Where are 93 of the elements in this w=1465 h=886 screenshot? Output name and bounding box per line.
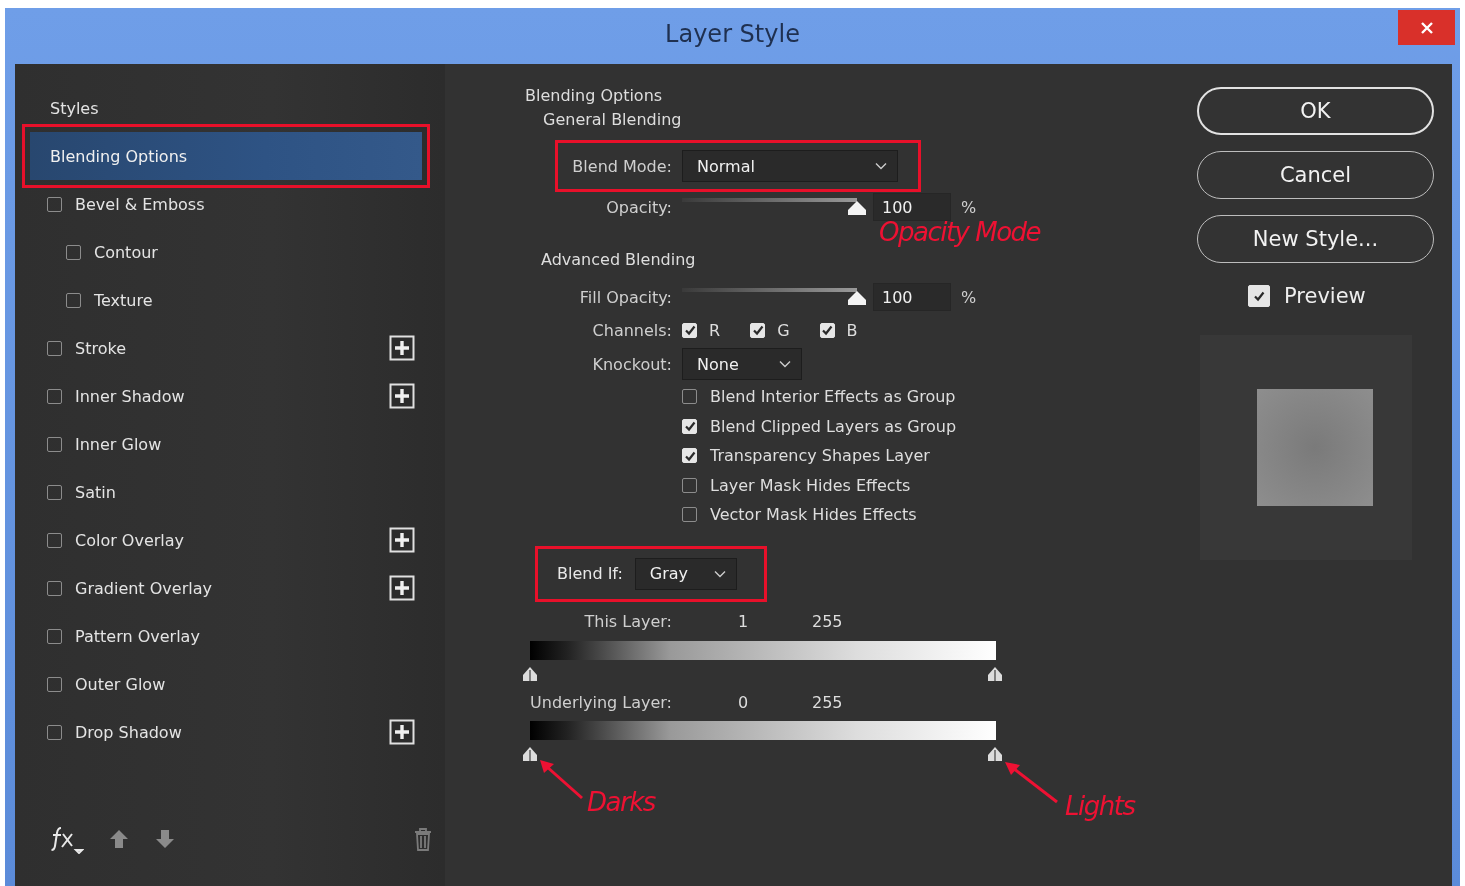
window-title: Layer Style: [665, 20, 800, 50]
trash-icon[interactable]: [413, 827, 433, 851]
unit-label: %: [961, 197, 977, 217]
style-list-item[interactable]: Blending Options: [30, 132, 422, 180]
style-list-item[interactable]: Satin: [75, 482, 116, 502]
range-value: 255: [812, 612, 843, 631]
slider-thumb[interactable]: [987, 745, 1003, 762]
checkbox[interactable]: [682, 507, 697, 523]
field-label: Channels:: [591, 320, 672, 340]
field-label: Blend Mode:: [571, 156, 672, 176]
checkbox-label: R: [709, 320, 721, 340]
annotation-text: Lights: [1065, 791, 1135, 821]
add-button[interactable]: [389, 383, 415, 409]
checkbox[interactable]: [47, 532, 62, 548]
style-list-item[interactable]: Gradient Overlay: [75, 578, 212, 598]
checkbox[interactable]: [47, 388, 62, 404]
dropdown[interactable]: None: [682, 348, 802, 380]
dialog-button[interactable]: New Style...: [1197, 215, 1434, 263]
chevron-icon: [779, 360, 791, 368]
style-list-item[interactable]: Bevel & Emboss: [75, 194, 205, 214]
up-arrow-icon[interactable]: [108, 828, 130, 850]
style-list-item[interactable]: Drop Shadow: [75, 722, 182, 742]
field-label: Underlying Layer:: [529, 693, 672, 712]
section-title: General Blending: [542, 109, 683, 131]
checkmark-icon: [821, 324, 834, 336]
slider-thumb[interactable]: [522, 665, 538, 682]
field-label: Fill Opacity:: [578, 287, 672, 307]
checkbox-label: Preview: [1284, 284, 1366, 308]
checkmark-icon: [751, 324, 764, 336]
checkbox-label: B: [846, 320, 858, 340]
fx-icon[interactable]: [50, 824, 84, 854]
checkbox[interactable]: [682, 477, 697, 493]
number-field[interactable]: 100: [873, 193, 951, 221]
checkbox[interactable]: [66, 292, 81, 308]
slider-thumb[interactable]: [987, 665, 1003, 682]
down-arrow-icon[interactable]: [154, 828, 176, 850]
chevron-icon: [713, 569, 726, 578]
checkmark-icon: [1253, 290, 1265, 302]
annotation-text: Darks: [587, 787, 655, 817]
style-list-item[interactable]: Texture: [94, 290, 153, 310]
unit-label: %: [961, 287, 977, 307]
section-title: Blending Options: [524, 85, 664, 107]
checkbox[interactable]: [47, 628, 62, 644]
range-value: 255: [812, 693, 843, 712]
style-list-item[interactable]: Stroke: [75, 338, 126, 358]
slider-thumb[interactable]: [522, 745, 538, 762]
style-list-item[interactable]: Outer Glow: [75, 674, 166, 694]
checkbox-label: Transparency Shapes Layer: [710, 446, 930, 466]
checkbox-label: Blend Interior Effects as Group: [710, 387, 956, 407]
range-value: 1: [737, 612, 750, 631]
checkbox[interactable]: [682, 389, 697, 405]
range-value: 0: [737, 693, 750, 712]
close-button[interactable]: [1398, 10, 1455, 45]
checkbox-label: Blend Clipped Layers as Group: [710, 416, 957, 436]
chevron-icon: [875, 162, 887, 170]
field-label: Blend If:: [557, 564, 623, 583]
style-list-item[interactable]: Color Overlay: [75, 530, 185, 550]
checkmark-icon: [683, 449, 696, 462]
field-label: This Layer:: [583, 612, 672, 631]
add-button[interactable]: [389, 527, 415, 553]
checkbox[interactable]: [47, 436, 62, 452]
number-field[interactable]: 100: [873, 283, 951, 311]
add-button[interactable]: [389, 575, 415, 601]
checkbox[interactable]: [47, 484, 62, 500]
style-list-item[interactable]: Contour: [94, 242, 158, 262]
checkbox-label: G: [777, 320, 790, 340]
checkbox-label: Vector Mask Hides Effects: [710, 505, 917, 525]
checkbox[interactable]: [47, 724, 62, 740]
add-button[interactable]: [389, 335, 415, 361]
dropdown[interactable]: Gray: [634, 557, 737, 590]
style-list-item[interactable]: Inner Shadow: [75, 386, 185, 406]
checkbox[interactable]: [47, 340, 62, 356]
field-label: Opacity:: [605, 197, 672, 217]
style-list-item[interactable]: Pattern Overlay: [75, 626, 200, 646]
checkbox[interactable]: [47, 196, 62, 212]
checkmark-icon: [683, 420, 696, 433]
style-list-item[interactable]: Styles: [15, 84, 445, 132]
section-title: Advanced Blending: [541, 249, 696, 271]
checkbox[interactable]: [47, 580, 62, 596]
checkbox-label: Layer Mask Hides Effects: [710, 475, 911, 495]
field-label: Knockout:: [591, 354, 672, 374]
checkbox[interactable]: [47, 676, 62, 692]
dialog-button[interactable]: Cancel: [1197, 151, 1434, 199]
slider-thumb[interactable]: [847, 200, 867, 216]
dialog-button[interactable]: OK: [1197, 87, 1434, 135]
add-button[interactable]: [389, 719, 415, 745]
dropdown[interactable]: Normal: [682, 150, 898, 182]
checkmark-icon: [683, 324, 696, 336]
style-list-item[interactable]: Inner Glow: [75, 434, 162, 454]
close-icon: [1419, 20, 1434, 35]
slider-thumb[interactable]: [847, 290, 867, 306]
annotation-arrow: [1003, 760, 1059, 804]
checkbox[interactable]: [66, 244, 81, 260]
